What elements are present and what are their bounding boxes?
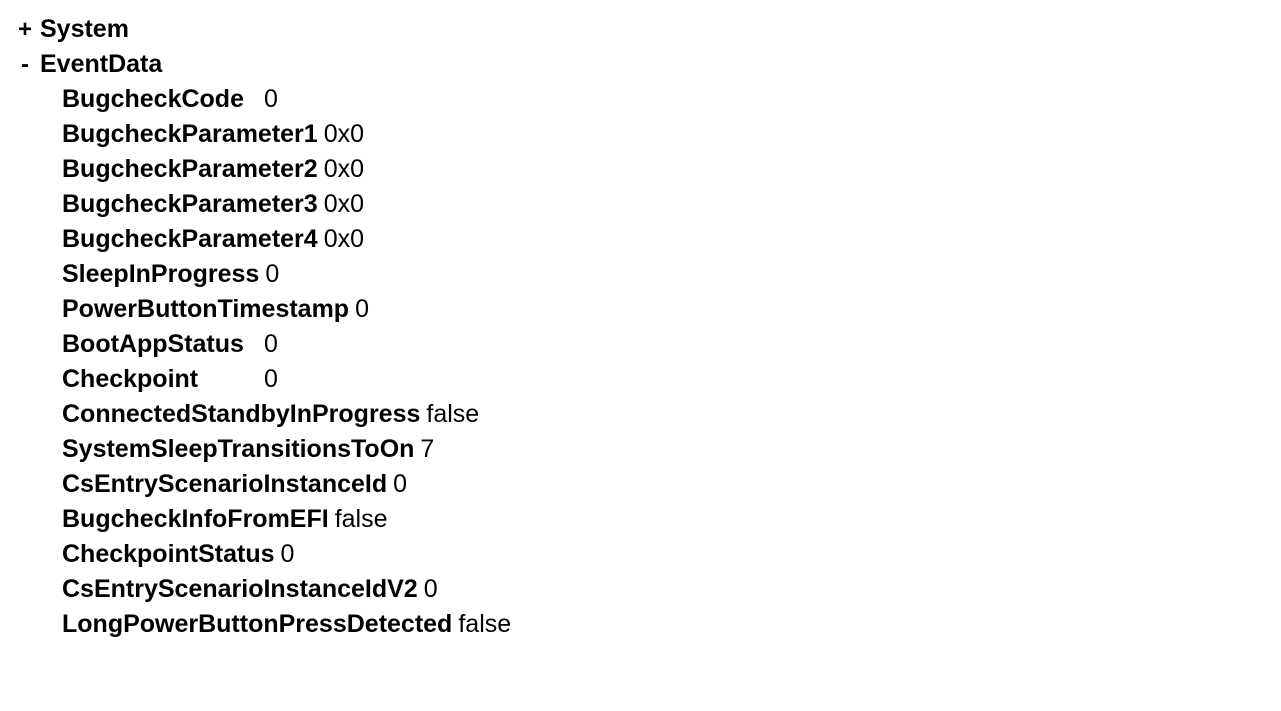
- event-property-value: 0: [393, 467, 407, 502]
- event-property-name: Checkpoint: [62, 362, 258, 397]
- event-property-name: BugcheckCode: [62, 82, 258, 117]
- event-property-name: BugcheckParameter3: [62, 187, 318, 222]
- event-property-value: 0x0: [324, 222, 364, 257]
- event-property-row: BugcheckParameter30x0: [62, 187, 1265, 222]
- event-property-name: ConnectedStandbyInProgress: [62, 397, 420, 432]
- event-property-row: BugcheckInfoFromEFIfalse: [62, 502, 1265, 537]
- event-property-name: CsEntryScenarioInstanceIdV2: [62, 572, 418, 607]
- event-property-name: BugcheckParameter1: [62, 117, 318, 152]
- tree-node-system[interactable]: + System: [16, 12, 1265, 47]
- event-property-name: PowerButtonTimestamp: [62, 292, 349, 327]
- event-property-row: SleepInProgress0: [62, 257, 1265, 292]
- event-property-name: BugcheckParameter2: [62, 152, 318, 187]
- event-property-value: 0: [355, 292, 369, 327]
- event-property-value: 0x0: [324, 117, 364, 152]
- event-property-row: CsEntryScenarioInstanceId0: [62, 467, 1265, 502]
- tree-node-label: System: [40, 12, 129, 47]
- event-property-row: BugcheckCode0: [62, 82, 1265, 117]
- event-property-row: CheckpointStatus0: [62, 537, 1265, 572]
- event-property-value: false: [458, 607, 511, 642]
- event-property-name: BugcheckParameter4: [62, 222, 318, 257]
- event-property-value: false: [426, 397, 479, 432]
- event-property-name: SleepInProgress: [62, 257, 259, 292]
- expand-icon[interactable]: +: [16, 13, 34, 47]
- event-property-row: SystemSleepTransitionsToOn7: [62, 432, 1265, 467]
- event-property-name: CheckpointStatus: [62, 537, 275, 572]
- event-property-value: false: [335, 502, 388, 537]
- event-property-name: BugcheckInfoFromEFI: [62, 502, 329, 537]
- event-property-name: SystemSleepTransitionsToOn: [62, 432, 414, 467]
- event-property-value: 0x0: [324, 187, 364, 222]
- event-property-row: ConnectedStandbyInProgressfalse: [62, 397, 1265, 432]
- collapse-icon[interactable]: -: [16, 48, 34, 82]
- event-property-value: 7: [420, 432, 434, 467]
- tree-node-label: EventData: [40, 47, 162, 82]
- eventdata-children: BugcheckCode0BugcheckParameter10x0Bugche…: [16, 82, 1265, 642]
- event-property-value: 0: [424, 572, 438, 607]
- event-property-value: 0: [264, 327, 278, 362]
- event-property-row: CsEntryScenarioInstanceIdV20: [62, 572, 1265, 607]
- event-property-value: 0: [281, 537, 295, 572]
- event-property-value: 0: [264, 362, 278, 397]
- event-property-value: 0: [265, 257, 279, 292]
- event-property-value: 0: [264, 82, 278, 117]
- event-property-row: Checkpoint0: [62, 362, 1265, 397]
- event-property-value: 0x0: [324, 152, 364, 187]
- event-property-name: LongPowerButtonPressDetected: [62, 607, 452, 642]
- event-property-row: LongPowerButtonPressDetectedfalse: [62, 607, 1265, 642]
- event-property-name: CsEntryScenarioInstanceId: [62, 467, 387, 502]
- event-property-row: PowerButtonTimestamp0: [62, 292, 1265, 327]
- event-property-name: BootAppStatus: [62, 327, 258, 362]
- event-property-row: BugcheckParameter40x0: [62, 222, 1265, 257]
- event-property-row: BootAppStatus0: [62, 327, 1265, 362]
- event-property-row: BugcheckParameter10x0: [62, 117, 1265, 152]
- event-property-row: BugcheckParameter20x0: [62, 152, 1265, 187]
- tree-node-eventdata[interactable]: - EventData: [16, 47, 1265, 82]
